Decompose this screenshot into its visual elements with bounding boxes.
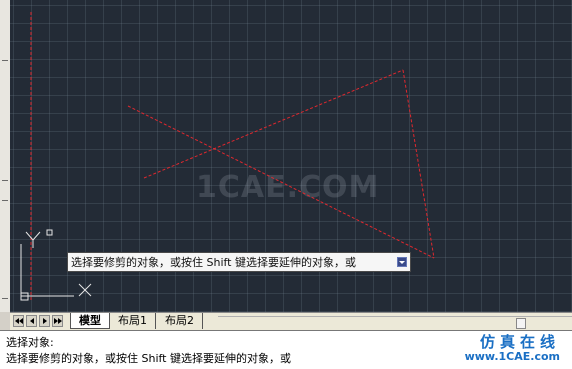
- layout-tab-bar: 模型 布局1 布局2: [10, 312, 572, 330]
- selected-line-c[interactable]: [402, 69, 435, 259]
- first-tab-button[interactable]: [13, 315, 24, 327]
- next-tab-button[interactable]: [39, 315, 50, 327]
- last-tab-button[interactable]: [52, 315, 63, 327]
- scrollbar-thumb[interactable]: [516, 318, 526, 329]
- selected-line-b[interactable]: [143, 69, 404, 179]
- tab-layout1[interactable]: 布局1: [110, 313, 156, 329]
- command-history-line: 选择对象:: [6, 336, 54, 349]
- tab-model[interactable]: 模型: [70, 313, 110, 329]
- selected-line-a[interactable]: [127, 105, 435, 259]
- tab-layout2[interactable]: 布局2: [157, 313, 203, 329]
- prev-tab-button[interactable]: [26, 315, 37, 327]
- dynamic-input-prompt: 选择要修剪的对象，或按住 Shift 键选择要延伸的对象，或: [67, 252, 411, 272]
- site-logo: 仿真在线 www.1CAE.com: [448, 330, 564, 368]
- command-current-line: 选择要修剪的对象，或按住 Shift 键选择要延伸的对象，或: [6, 352, 291, 365]
- site-logo-url: www.1CAE.com: [464, 350, 560, 363]
- horizontal-scrollbar[interactable]: [218, 316, 572, 329]
- site-logo-title: 仿真在线: [479, 333, 560, 351]
- prompt-text: 选择要修剪的对象，或按住 Shift 键选择要延伸的对象，或: [71, 256, 356, 269]
- dropdown-arrow-icon[interactable]: [397, 257, 407, 267]
